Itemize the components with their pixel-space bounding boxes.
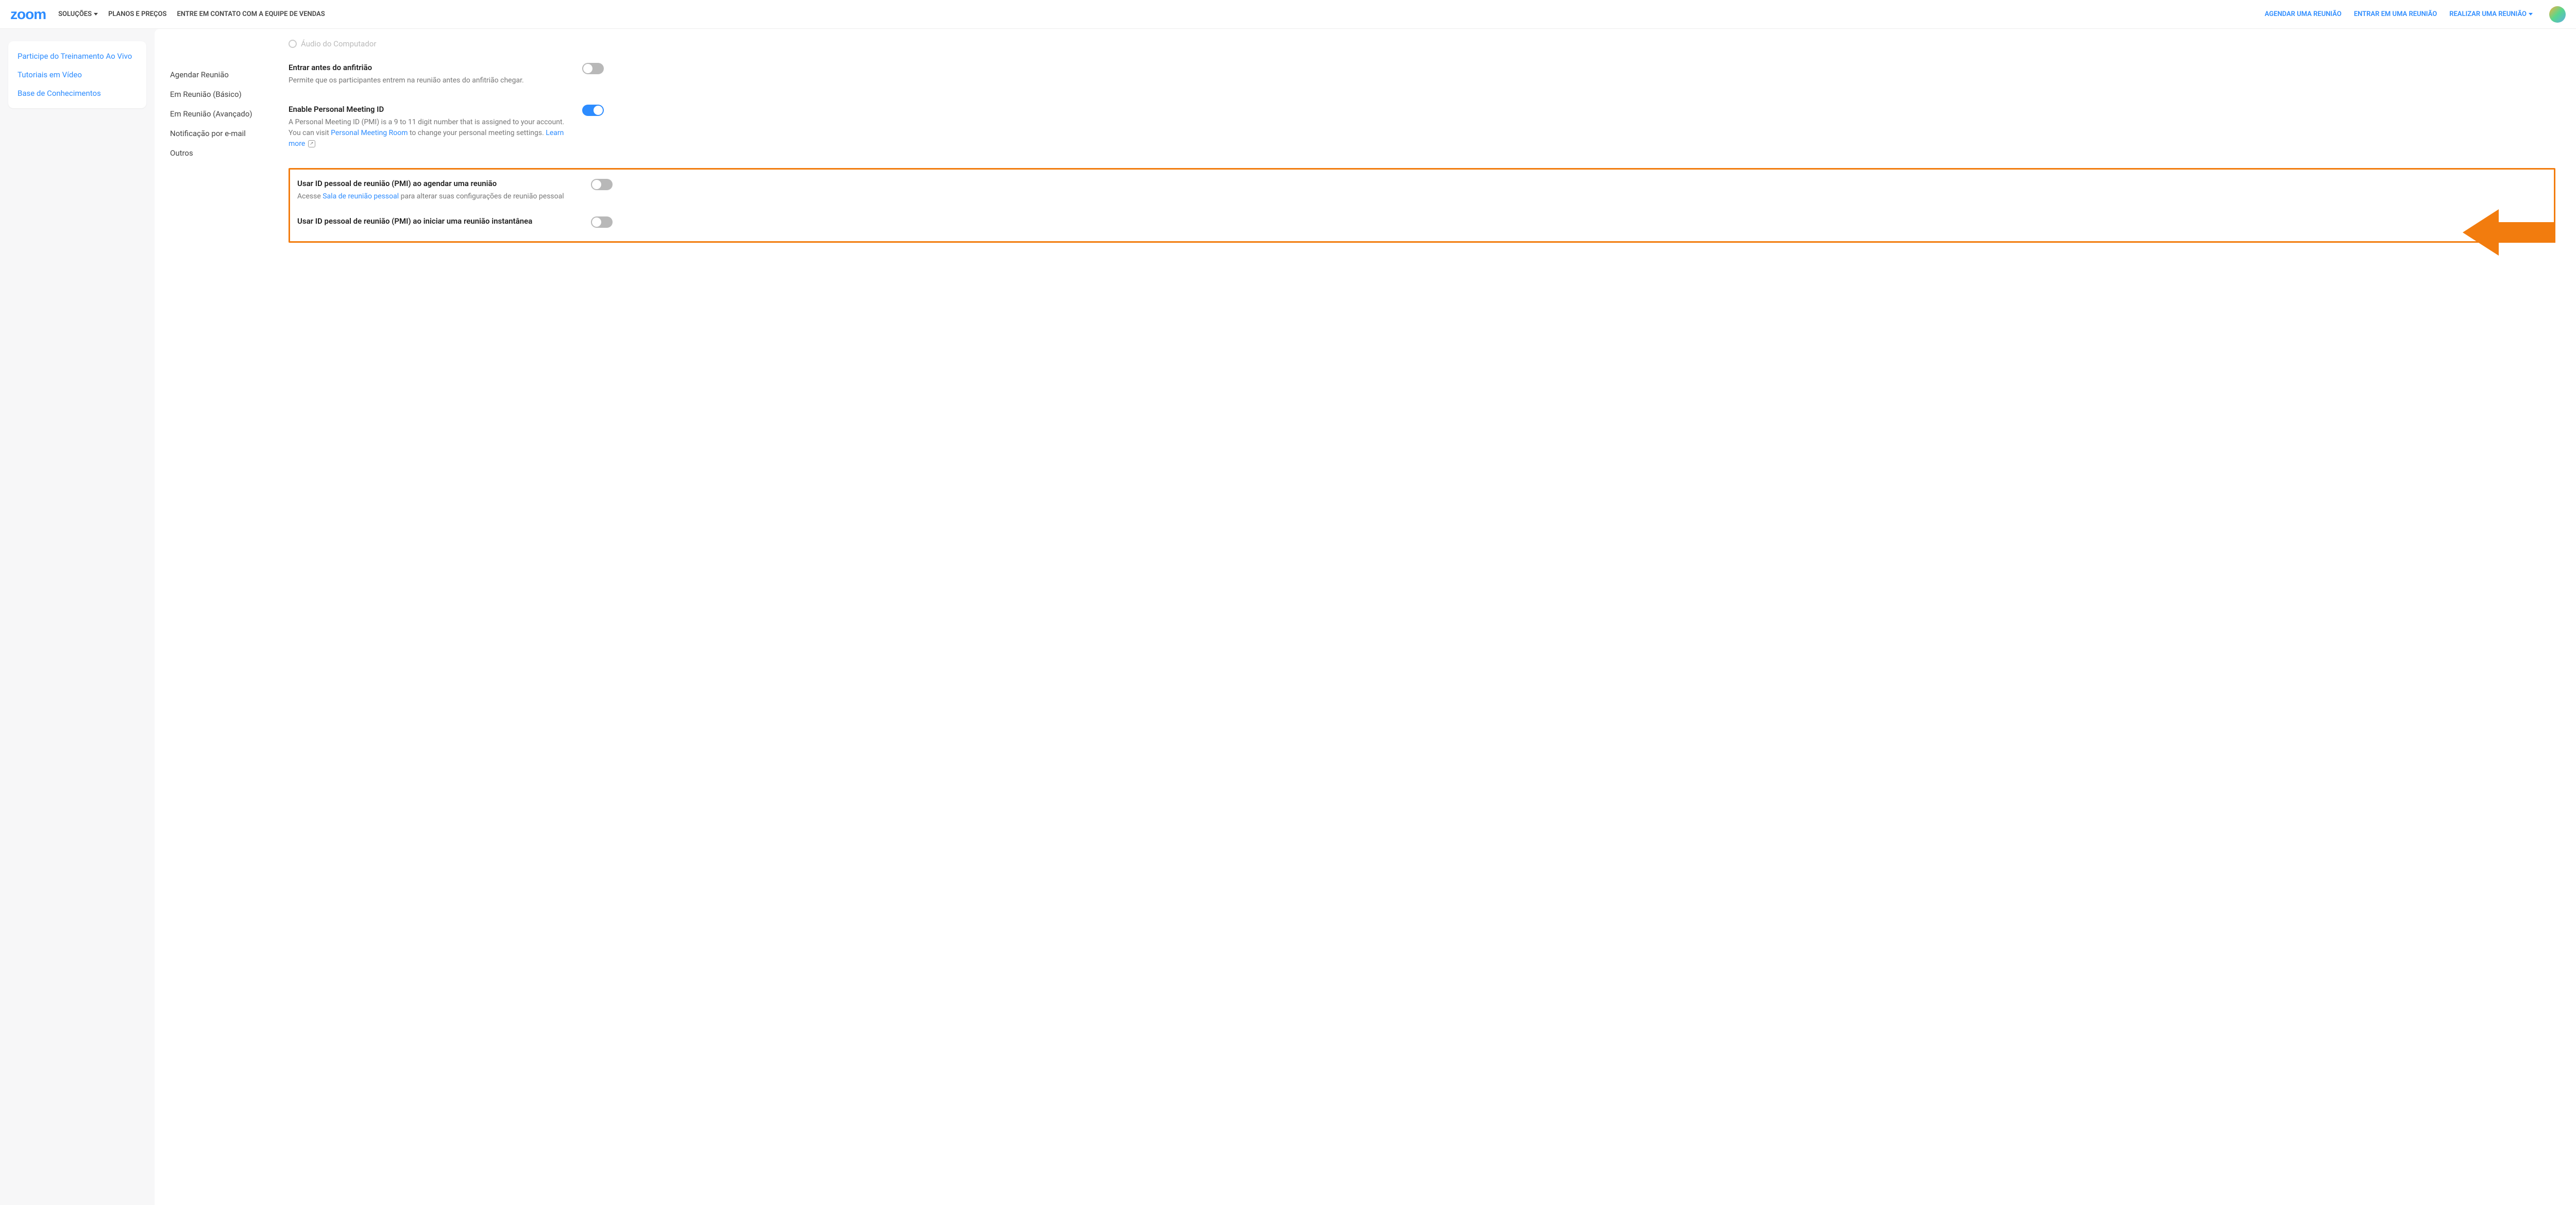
setting-text: Usar ID pessoal de reunião (PMI) ao agen… [297,179,575,202]
toggle-enable-pmi[interactable] [582,105,604,116]
highlight-box: Usar ID pessoal de reunião (PMI) ao agen… [289,168,2555,243]
main-panel: Agendar Reunião Em Reunião (Básico) Em R… [155,29,2576,1205]
toggle-knob [592,217,601,227]
nav-solutions[interactable]: SOLUÇÕES [58,10,98,18]
nav-left: SOLUÇÕES PLANOS E PREÇOS ENTRE EM CONTAT… [58,10,325,18]
setting-text: Entrar antes do anfitrião Permite que os… [289,63,567,86]
chevron-down-icon [2529,13,2533,15]
setting-text: Usar ID pessoal de reunião (PMI) ao inic… [297,216,575,229]
desc-part: Acesse [297,192,323,200]
nav-host-label: REALIZAR UMA REUNIÃO [2449,10,2527,18]
toggle-join-before-host[interactable] [582,63,604,74]
settings-nav: Agendar Reunião Em Reunião (Básico) Em R… [155,34,289,1190]
toggle-use-pmi-instant[interactable] [591,216,613,228]
desc-part: to change your personal meeting settings… [408,129,546,137]
setting-title: Entrar antes do anfitrião [289,63,567,72]
radio-label: Áudio do Computador [301,39,376,48]
radio-icon [289,40,297,48]
arrow-annotation [2463,204,2555,261]
setting-title: Enable Personal Meeting ID [289,105,567,114]
avatar[interactable] [2549,6,2566,23]
sidebar: Participe do Treinamento Ao Vivo Tutoria… [0,29,155,1205]
snav-in-basic[interactable]: Em Reunião (Básico) [170,85,283,104]
toggle-knob [594,106,603,115]
link-personal-room[interactable]: Sala de reunião pessoal [323,192,399,200]
setting-desc: A Personal Meeting ID (PMI) is a 9 to 11… [289,117,567,149]
chevron-down-icon [94,13,98,15]
toggle-knob [592,180,601,189]
nav-plans[interactable]: PLANOS E PREÇOS [108,10,166,18]
settings-content: Áudio do Computador Entrar antes do anfi… [289,34,2576,1190]
desc-part: para alterar suas configurações de reuni… [399,192,564,200]
toggle-use-pmi-schedule[interactable] [591,179,613,190]
sidebar-link-training[interactable]: Participe do Treinamento Ao Vivo [18,52,137,61]
snav-schedule[interactable]: Agendar Reunião [170,65,283,85]
nav-schedule-meeting[interactable]: AGENDAR UMA REUNIÃO [2265,10,2342,18]
nav-solutions-label: SOLUÇÕES [58,10,92,18]
link-personal-meeting-room[interactable]: Personal Meeting Room [331,129,408,137]
external-link-icon: ↗ [308,140,315,147]
setting-enable-pmi: Enable Personal Meeting ID A Personal Me… [289,105,2555,149]
snav-other[interactable]: Outros [170,143,283,163]
setting-title: Usar ID pessoal de reunião (PMI) ao inic… [297,216,575,226]
zoom-logo[interactable]: zoom [10,6,46,23]
setting-desc: Acesse Sala de reunião pessoal para alte… [297,191,575,202]
setting-title: Usar ID pessoal de reunião (PMI) ao agen… [297,179,575,188]
top-header: zoom SOLUÇÕES PLANOS E PREÇOS ENTRE EM C… [0,0,2576,29]
sidebar-help-card: Participe do Treinamento Ao Vivo Tutoria… [8,41,146,108]
nav-right: AGENDAR UMA REUNIÃO ENTRAR EM UMA REUNIÃ… [2265,6,2566,23]
setting-text: Enable Personal Meeting ID A Personal Me… [289,105,567,149]
body-wrap: Participe do Treinamento Ao Vivo Tutoria… [0,29,2576,1205]
setting-join-before-host: Entrar antes do anfitrião Permite que os… [289,63,2555,86]
snav-email[interactable]: Notificação por e-mail [170,124,283,143]
setting-use-pmi-schedule: Usar ID pessoal de reunião (PMI) ao agen… [297,179,2547,202]
setting-use-pmi-instant: Usar ID pessoal de reunião (PMI) ao inic… [297,216,2547,229]
radio-computer-audio: Áudio do Computador [289,39,2555,48]
nav-join-meeting[interactable]: ENTRAR EM UMA REUNIÃO [2354,10,2437,18]
arrow-left-icon [2463,204,2555,261]
toggle-knob [583,64,592,73]
nav-contact-sales[interactable]: ENTRE EM CONTATO COM A EQUIPE DE VENDAS [177,10,325,18]
sidebar-link-tutorials[interactable]: Tutoriais em Vídeo [18,70,137,79]
snav-in-advanced[interactable]: Em Reunião (Avançado) [170,104,283,124]
nav-host-meeting[interactable]: REALIZAR UMA REUNIÃO [2449,10,2533,18]
sidebar-link-kb[interactable]: Base de Conhecimentos [18,89,137,98]
setting-desc: Permite que os participantes entrem na r… [289,75,567,86]
